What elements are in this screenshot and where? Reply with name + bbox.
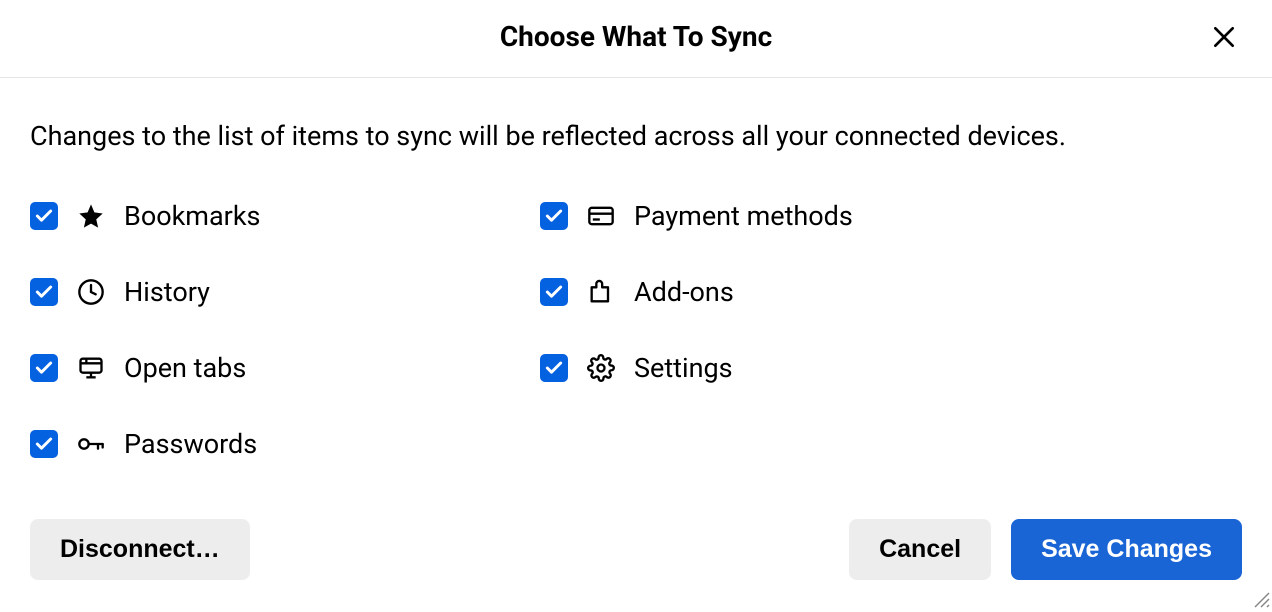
checkbox-history[interactable] — [30, 278, 58, 306]
label-open-tabs: Open tabs — [124, 352, 246, 384]
clock-icon — [76, 277, 106, 307]
checkbox-settings[interactable] — [540, 354, 568, 382]
label-payment-methods: Payment methods — [634, 200, 853, 232]
close-button[interactable] — [1206, 20, 1242, 56]
label-bookmarks: Bookmarks — [124, 200, 260, 232]
dialog-body: Changes to the list of items to sync wil… — [0, 78, 1272, 499]
sync-item-bookmarks: Bookmarks — [30, 200, 520, 232]
sync-item-settings: Settings — [540, 352, 1030, 384]
checkbox-open-tabs[interactable] — [30, 354, 58, 382]
cancel-button[interactable]: Cancel — [849, 519, 991, 580]
label-settings: Settings — [634, 352, 733, 384]
sync-item-passwords: Passwords — [30, 428, 520, 460]
puzzle-icon — [586, 277, 616, 307]
gear-icon — [586, 353, 616, 383]
star-icon — [76, 201, 106, 231]
sync-item-addons: Add-ons — [540, 276, 1030, 308]
dialog-description: Changes to the list of items to sync wil… — [30, 118, 1242, 156]
button-group-right: Cancel Save Changes — [849, 519, 1242, 580]
checkbox-passwords[interactable] — [30, 430, 58, 458]
key-icon — [76, 429, 106, 459]
label-addons: Add-ons — [634, 276, 734, 308]
disconnect-button[interactable]: Disconnect… — [30, 519, 250, 580]
tabs-icon — [76, 353, 106, 383]
sync-dialog: Choose What To Sync Changes to the list … — [0, 0, 1272, 610]
checkbox-payment-methods[interactable] — [540, 202, 568, 230]
label-passwords: Passwords — [124, 428, 257, 460]
button-row: Disconnect… Cancel Save Changes — [0, 499, 1272, 610]
credit-card-icon — [586, 201, 616, 231]
checkbox-addons[interactable] — [540, 278, 568, 306]
label-history: History — [124, 276, 210, 308]
sync-item-history: History — [30, 276, 520, 308]
checkbox-grid: Bookmarks Payment methods — [30, 200, 1030, 460]
dialog-header: Choose What To Sync — [0, 0, 1272, 78]
dialog-title: Choose What To Sync — [30, 20, 1242, 53]
close-icon — [1211, 24, 1237, 53]
save-button[interactable]: Save Changes — [1011, 519, 1242, 580]
checkbox-bookmarks[interactable] — [30, 202, 58, 230]
sync-item-payment-methods: Payment methods — [540, 200, 1030, 232]
sync-item-open-tabs: Open tabs — [30, 352, 520, 384]
resize-handle[interactable] — [1252, 590, 1270, 608]
